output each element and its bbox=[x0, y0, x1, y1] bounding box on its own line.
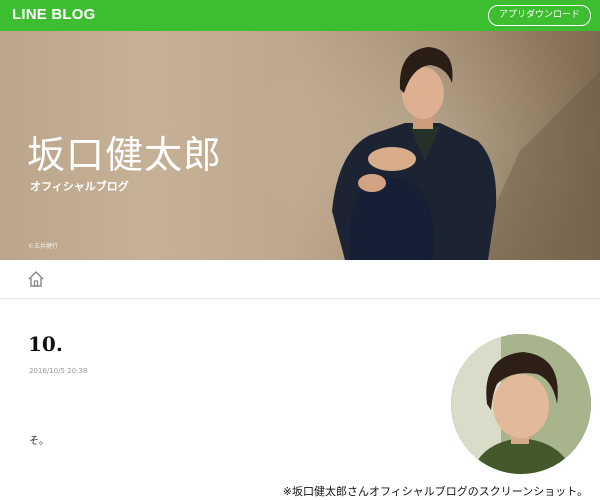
post-body: そ。 bbox=[29, 436, 49, 447]
blog-nav bbox=[0, 260, 600, 299]
line-blog-logo[interactable]: LINE BLOG bbox=[12, 6, 95, 23]
app-header: LINE BLOG アプリダウンロード bbox=[0, 0, 600, 31]
screenshot-caption: ※坂口健太郎さんオフィシャルブログのスクリーンショット。 bbox=[280, 483, 590, 499]
post-title[interactable]: 10. bbox=[28, 332, 63, 356]
avatar bbox=[451, 334, 591, 474]
photo-credit: ©五井健行 bbox=[28, 243, 59, 250]
app-download-button[interactable]: アプリダウンロード bbox=[487, 5, 591, 26]
home-icon[interactable] bbox=[27, 270, 45, 288]
blog-subtitle: オフィシャルブログ bbox=[30, 180, 129, 193]
hero-banner: 坂口健太郎 オフィシャルブログ ©五井健行 bbox=[0, 31, 600, 260]
blog-title: 坂口健太郎 bbox=[27, 133, 223, 177]
post-date: 2016/10/5 20:38 bbox=[29, 367, 88, 375]
avatar-photo bbox=[451, 334, 591, 474]
